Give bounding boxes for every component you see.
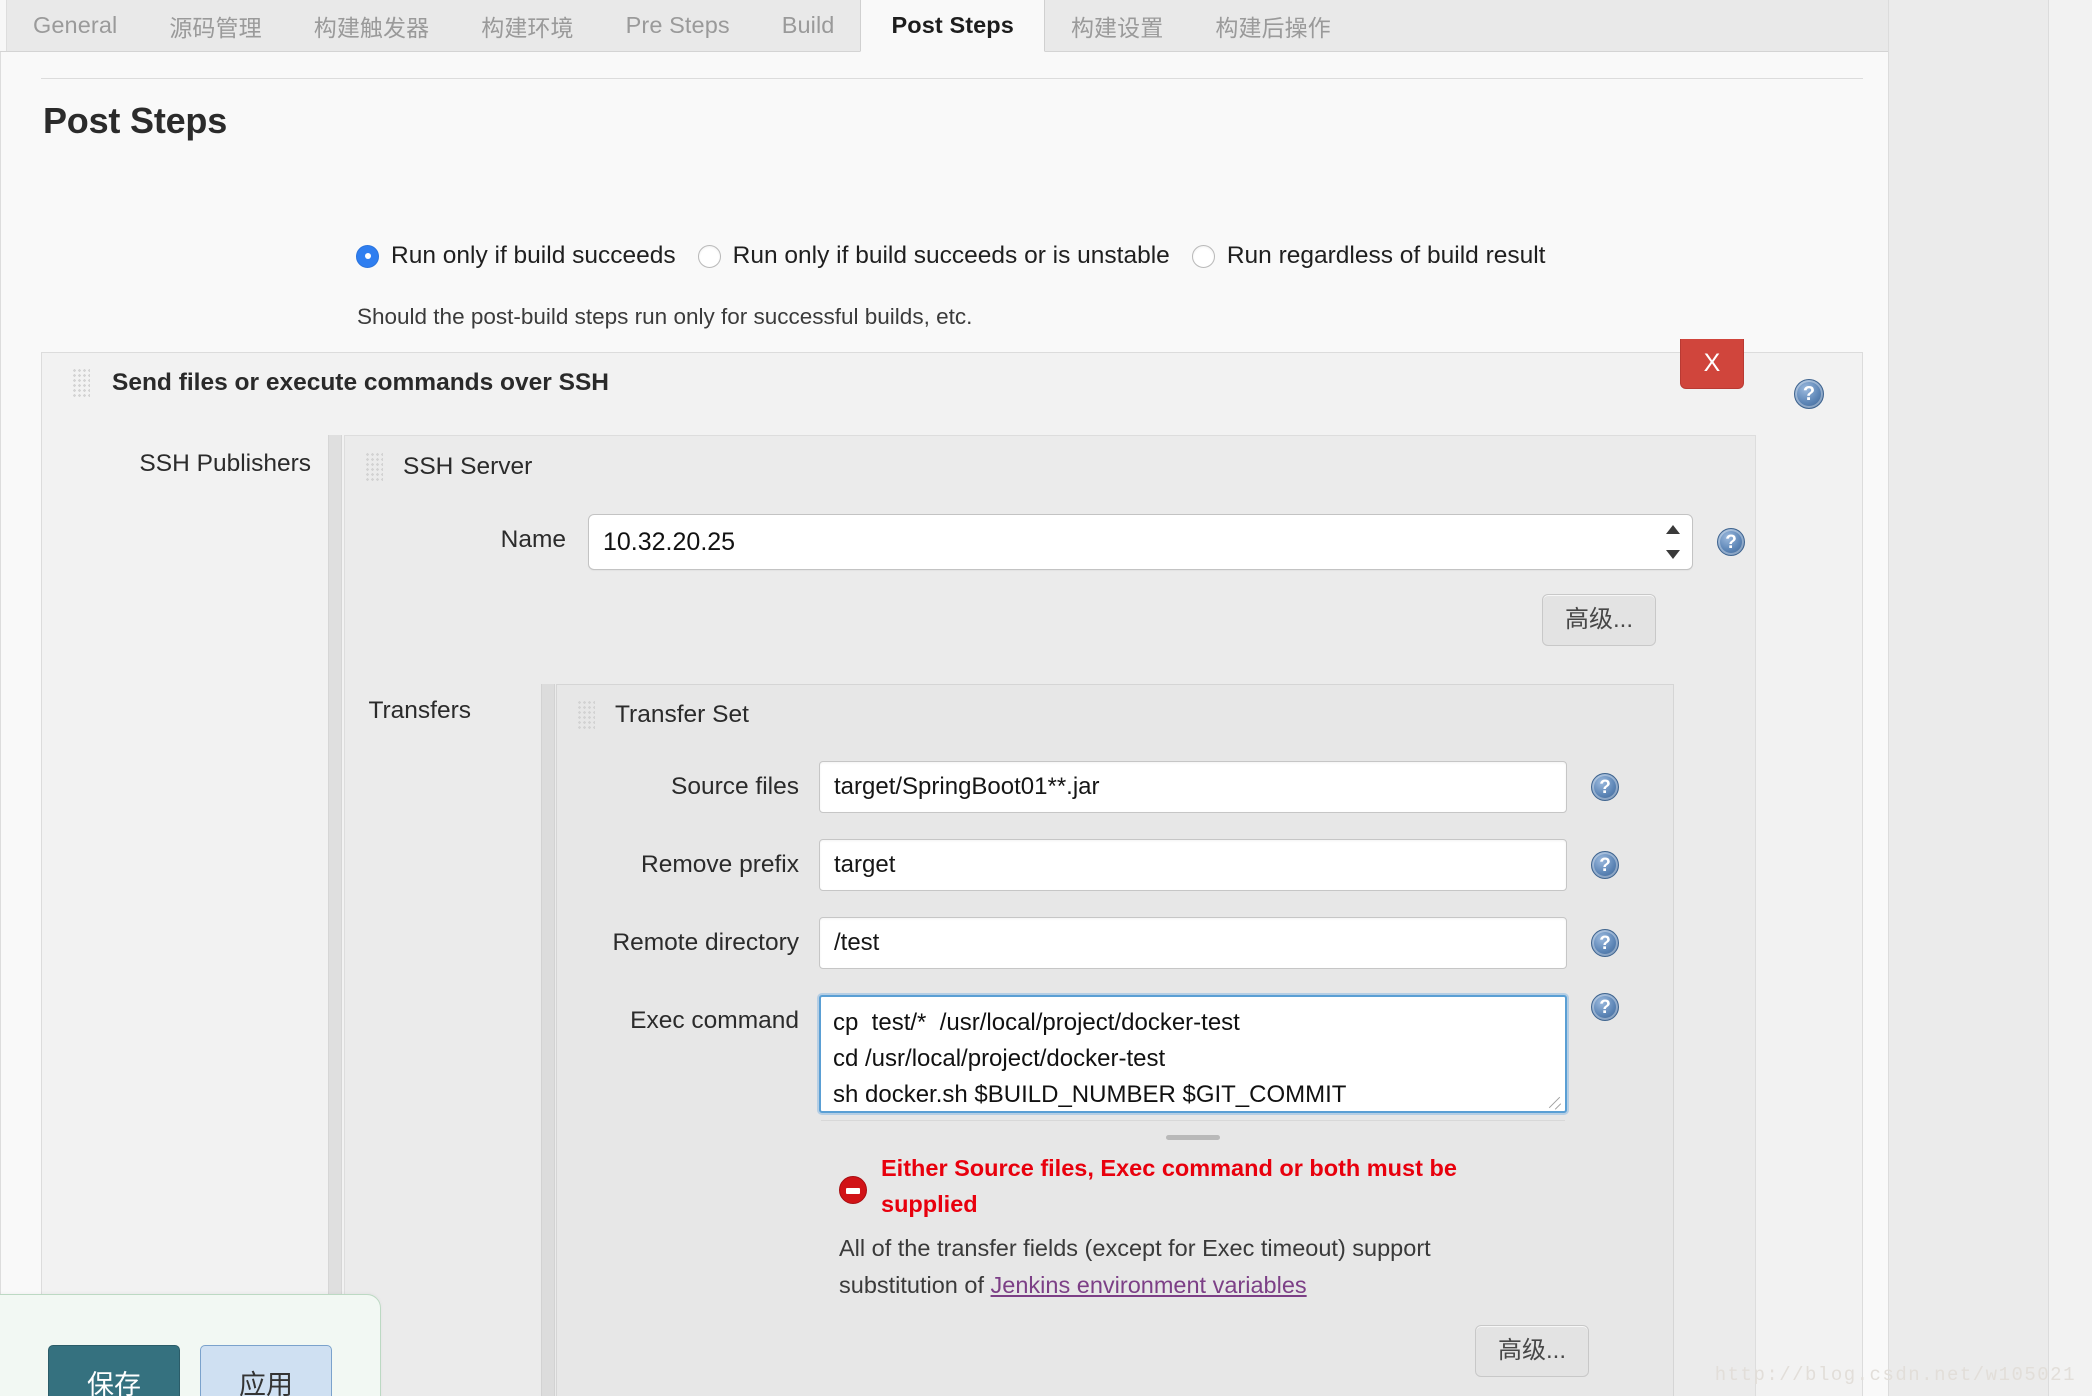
textarea-resize-handle-icon[interactable] [1547, 1093, 1561, 1107]
ssh-server-name-value: 10.32.20.25 [603, 527, 736, 556]
close-icon[interactable]: X [1680, 339, 1744, 389]
help-icon-plugin[interactable]: ? [1794, 379, 1824, 409]
tabbar-filler [1357, 0, 1888, 51]
ssh-server-advanced-button[interactable]: 高级... [1542, 594, 1657, 647]
help-icon-remove-prefix[interactable]: ? [1591, 851, 1619, 879]
apply-button[interactable]: 应用 [200, 1345, 332, 1396]
tab-general[interactable]: General [7, 0, 143, 51]
page-title: Post Steps [43, 100, 228, 141]
config-content-area: Post Steps Run only if build succeeds Ru… [0, 52, 1888, 1396]
radio-label-run-regardless: Run regardless of build result [1226, 242, 1546, 269]
tab-build-environment[interactable]: 构建环境 [455, 0, 599, 51]
remove-prefix-row: Remove prefix ? [557, 839, 1657, 891]
tabbar-left-edge [0, 0, 7, 51]
textarea-scroll-track[interactable] [821, 1120, 1565, 1140]
save-apply-bar: 保存 应用 [0, 1294, 381, 1396]
exec-command-textarea-wrap [819, 995, 1567, 1140]
ssh-server-title: SSH Server [403, 453, 533, 480]
radio-button-icon-unselected-2[interactable] [1191, 244, 1215, 268]
remove-prefix-label: Remove prefix [641, 851, 799, 878]
jenkins-env-vars-link[interactable]: Jenkins environment variables [991, 1272, 1307, 1298]
tab-build-settings[interactable]: 构建设置 [1045, 0, 1189, 51]
drag-grip-icon[interactable] [72, 368, 90, 398]
save-button[interactable]: 保存 [48, 1345, 180, 1396]
radio-label-run-if-succeeds: Run only if build succeeds [391, 242, 676, 269]
chevron-up-icon [1666, 525, 1680, 534]
content-top-divider [41, 78, 1863, 79]
radio-run-if-succeeds[interactable]: Run only if build succeeds [356, 242, 676, 270]
page-far-right-gutter [2048, 0, 2092, 1396]
transfer-set-title: Transfer Set [615, 701, 749, 728]
source-files-input[interactable] [819, 761, 1567, 813]
transfer-set-drag-bar[interactable] [541, 684, 555, 1396]
run-condition-help-text: Should the post-build steps run only for… [357, 304, 973, 329]
ssh-panel-drag-bar[interactable] [328, 435, 342, 1396]
remote-directory-input[interactable] [819, 917, 1567, 969]
exec-command-label: Exec command [630, 1007, 799, 1034]
transfer-fields-note: All of the transfer fields (except for E… [839, 1230, 1519, 1304]
remote-directory-row: Remote directory ? [557, 917, 1657, 969]
tab-build-triggers[interactable]: 构建触发器 [288, 0, 456, 51]
tab-pre-steps[interactable]: Pre Steps [600, 0, 756, 51]
error-icon [839, 1176, 867, 1204]
exec-command-textarea[interactable] [819, 995, 1567, 1113]
ssh-publishers-label: SSH Publishers [139, 450, 311, 477]
ssh-server-name-select[interactable]: 10.32.20.25 [588, 514, 1693, 570]
run-condition-radio-group: Run only if build succeeds Run only if b… [356, 242, 1567, 270]
radio-run-if-succeeds-or-unstable[interactable]: Run only if build succeeds or is unstabl… [697, 242, 1170, 270]
ssh-server-header: SSH Server [345, 436, 532, 498]
transfer-set-advanced-button[interactable]: 高级... [1475, 1325, 1590, 1378]
help-icon-ssh-server-name[interactable]: ? [1717, 528, 1745, 556]
plugin-header: Send files or execute commands over SSH [42, 353, 1862, 413]
tab-post-steps[interactable]: Post Steps [860, 0, 1045, 52]
chevron-down-icon [1666, 550, 1680, 559]
help-icon-source-files[interactable]: ? [1591, 773, 1619, 801]
tab-build[interactable]: Build [756, 0, 861, 51]
tab-post-build-actions[interactable]: 构建后操作 [1189, 0, 1357, 51]
ssh-server-name-label: Name [500, 526, 566, 553]
validation-error: Either Source files, Exec command or bot… [839, 1150, 1539, 1222]
source-files-label: Source files [670, 773, 799, 800]
tab-source-management[interactable]: 源码管理 [143, 0, 287, 51]
ssh-server-name-row: Name 10.32.20.25 ? [345, 514, 1745, 570]
help-icon-remote-directory[interactable]: ? [1591, 929, 1619, 957]
textarea-scroll-thumb[interactable] [1166, 1135, 1220, 1140]
drag-grip-icon-ssh-server[interactable] [365, 452, 383, 482]
jenkins-job-config-page: General 源码管理 构建触发器 构建环境 Pre Steps Build … [0, 0, 2092, 1396]
remove-prefix-input[interactable] [819, 839, 1567, 891]
help-icon-exec-command[interactable]: ? [1591, 993, 1619, 1021]
transfer-set-header: Transfer Set [557, 685, 749, 745]
select-stepper-arrows-icon[interactable] [1665, 525, 1681, 559]
config-tab-bar: General 源码管理 构建触发器 构建环境 Pre Steps Build … [0, 0, 1888, 52]
plugin-title: Send files or execute commands over SSH [112, 369, 609, 396]
radio-button-icon-selected[interactable] [356, 244, 379, 268]
validation-error-message: Either Source files, Exec command or bot… [881, 1155, 1457, 1217]
drag-grip-icon-transfer-set[interactable] [577, 700, 595, 730]
watermark: http://blog.csdn.net/w105021 [1714, 1364, 2076, 1386]
source-files-row: Source files ? [557, 761, 1657, 813]
radio-button-icon-unselected-1[interactable] [697, 244, 721, 268]
exec-command-row: Exec command ? [557, 993, 1657, 1140]
transfers-label: Transfers [368, 697, 471, 724]
radio-run-regardless[interactable]: Run regardless of build result [1191, 242, 1546, 270]
ssh-server-name-select-wrap: 10.32.20.25 [588, 514, 1693, 570]
remote-directory-label: Remote directory [612, 929, 799, 956]
radio-label-run-if-succeeds-or-unstable: Run only if build succeeds or is unstabl… [732, 242, 1170, 269]
